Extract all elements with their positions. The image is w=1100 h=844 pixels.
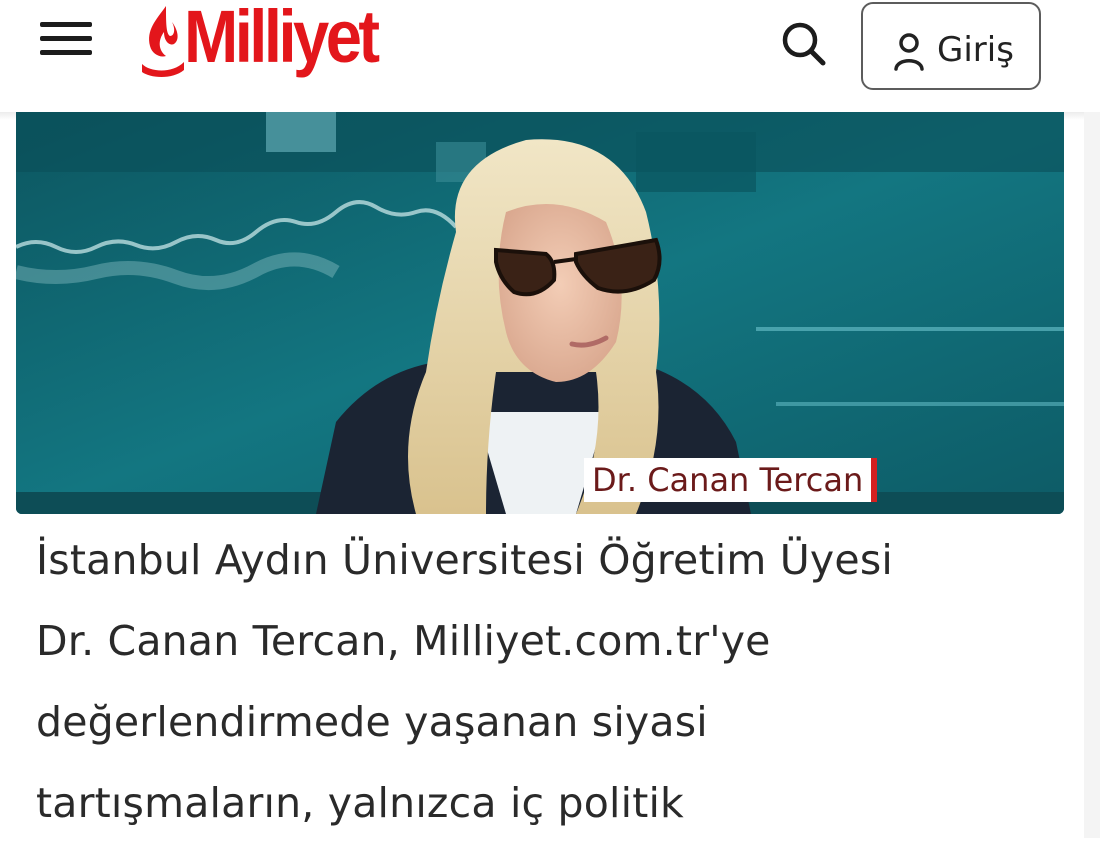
- login-label: Giriş: [937, 30, 1014, 70]
- menu-bar: [40, 50, 92, 55]
- menu-bar: [40, 36, 92, 41]
- article-hero-image: Dr. Canan Tercan: [16, 112, 1064, 514]
- lead-line: değerlendirmede yaşanan siyasi: [36, 698, 708, 746]
- logo-wordmark: Milliyet: [184, 0, 380, 78]
- user-icon: [894, 33, 924, 71]
- caption-text: Dr. Canan Tercan: [592, 461, 864, 499]
- page-edge: [1084, 112, 1100, 838]
- studio-photo: [16, 112, 1064, 514]
- site-header: Milliyet Giriş: [0, 0, 1100, 112]
- login-button[interactable]: Giriş: [861, 2, 1041, 90]
- menu-button[interactable]: [38, 16, 94, 58]
- name-caption: Dr. Canan Tercan: [584, 458, 878, 502]
- search-button[interactable]: [778, 18, 830, 70]
- milliyet-logo[interactable]: Milliyet: [136, 0, 476, 80]
- lead-line: tartışmaların, yalnızca iç politik: [36, 779, 685, 827]
- article-lead: İstanbul Aydın Üniversitesi Öğretim Üyes…: [36, 520, 1056, 844]
- search-icon: [782, 22, 826, 66]
- menu-bar: [40, 22, 92, 27]
- lead-line: İstanbul Aydın Üniversitesi Öğretim Üyes…: [36, 536, 893, 584]
- flame-icon: [142, 6, 184, 77]
- lead-line: Dr. Canan Tercan, Milliyet.com.tr'ye: [36, 617, 771, 665]
